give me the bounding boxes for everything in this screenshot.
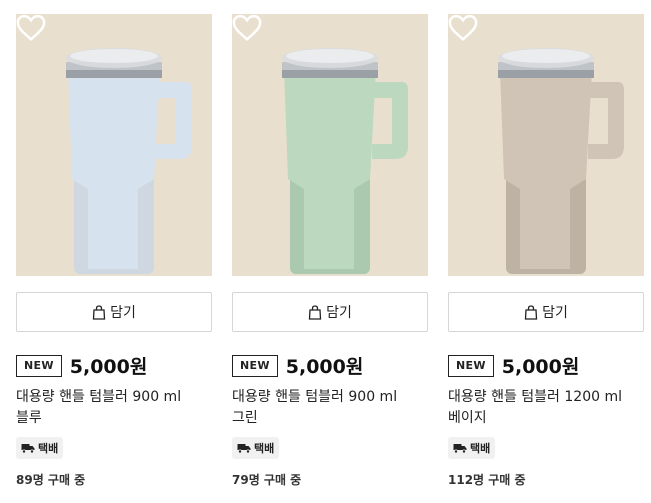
shopping-bag-icon bbox=[92, 304, 106, 320]
add-to-cart-button[interactable]: 담기 bbox=[448, 292, 644, 332]
heart-icon[interactable] bbox=[16, 14, 46, 42]
product-grid: 담기 NEW 5,000원 대용량 핸들 텀블러 900 ml 블루 택배 89… bbox=[16, 14, 644, 488]
product-title-line: 베이지 bbox=[448, 410, 487, 426]
product-image[interactable] bbox=[16, 14, 212, 276]
product-title-line: 대용량 핸들 텀블러 1200 ml bbox=[448, 389, 622, 405]
buyer-count: 112명 구매 중 bbox=[448, 473, 526, 487]
delivery-truck-icon bbox=[453, 444, 467, 454]
product-card[interactable]: 담기 NEW 5,000원 대용량 핸들 텀블러 900 ml 그린 택배 79… bbox=[232, 14, 428, 488]
shopping-bag-icon bbox=[308, 304, 322, 320]
buyer-count: 79명 구매 중 bbox=[232, 473, 302, 487]
product-title-line: 대용량 핸들 텀블러 900 ml bbox=[16, 389, 182, 405]
product-image[interactable] bbox=[232, 14, 428, 276]
new-badge: NEW bbox=[16, 354, 62, 377]
delivery-truck-icon bbox=[21, 444, 35, 454]
product-image[interactable] bbox=[448, 14, 644, 276]
product-price: 5,000원 bbox=[501, 356, 580, 378]
product-price: 5,000원 bbox=[285, 356, 364, 378]
add-to-cart-label: 담기 bbox=[110, 305, 136, 321]
add-to-cart-button[interactable]: 담기 bbox=[16, 292, 212, 332]
product-title-line: 그린 bbox=[232, 410, 258, 426]
product-title-line: 대용량 핸들 텀블러 900 ml bbox=[232, 389, 398, 405]
add-to-cart-label: 담기 bbox=[326, 305, 352, 321]
shipping-tag: 택배 bbox=[232, 437, 280, 459]
product-title[interactable]: 대용량 핸들 텀블러 1200 ml 베이지 bbox=[448, 387, 644, 429]
product-title-line: 블루 bbox=[16, 410, 42, 426]
shipping-label: 택배 bbox=[254, 442, 275, 455]
new-badge: NEW bbox=[232, 354, 278, 377]
add-to-cart-label: 담기 bbox=[542, 305, 568, 321]
shipping-label: 택배 bbox=[38, 442, 59, 455]
product-title[interactable]: 대용량 핸들 텀블러 900 ml 블루 bbox=[16, 387, 212, 429]
product-title[interactable]: 대용량 핸들 텀블러 900 ml 그린 bbox=[232, 387, 428, 429]
heart-icon[interactable] bbox=[448, 14, 478, 42]
add-to-cart-button[interactable]: 담기 bbox=[232, 292, 428, 332]
shopping-bag-icon bbox=[524, 304, 538, 320]
delivery-truck-icon bbox=[237, 444, 251, 454]
price-row: NEW 5,000원 bbox=[448, 352, 644, 379]
heart-icon[interactable] bbox=[232, 14, 262, 42]
shipping-tag: 택배 bbox=[448, 437, 496, 459]
new-badge: NEW bbox=[448, 354, 494, 377]
shipping-label: 택배 bbox=[470, 442, 491, 455]
product-price: 5,000원 bbox=[69, 356, 148, 378]
product-card[interactable]: 담기 NEW 5,000원 대용량 핸들 텀블러 900 ml 블루 택배 89… bbox=[16, 14, 212, 488]
shipping-tag: 택배 bbox=[16, 437, 64, 459]
price-row: NEW 5,000원 bbox=[232, 352, 428, 379]
buyer-count: 89명 구매 중 bbox=[16, 473, 86, 487]
price-row: NEW 5,000원 bbox=[16, 352, 212, 379]
product-card[interactable]: 담기 NEW 5,000원 대용량 핸들 텀블러 1200 ml 베이지 택배 … bbox=[448, 14, 644, 488]
